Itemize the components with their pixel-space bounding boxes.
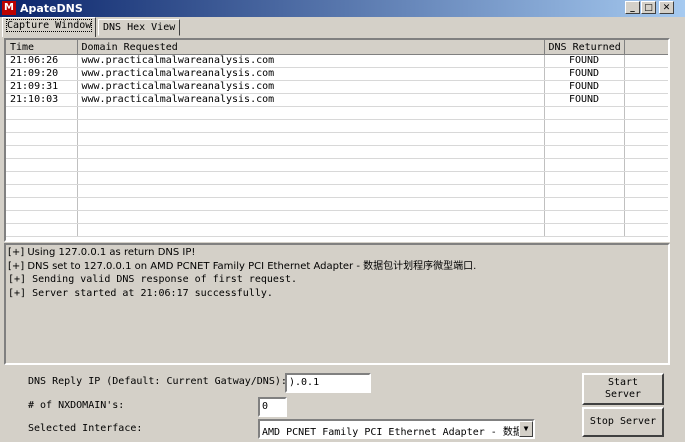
empty-row [6, 197, 668, 211]
start-server-label: Start Server [604, 377, 642, 400]
table-row[interactable]: 21:09:20 www.practicalmalwareanalysis.co… [6, 67, 668, 81]
tab-bar: Capture Window DNS Hex View [0, 17, 685, 37]
grid-header: Time Domain Requested DNS Returned [6, 40, 668, 55]
empty-row [6, 106, 668, 120]
cell-domain: www.practicalmalwareanalysis.com [77, 67, 545, 81]
log-line: [+] DNS set to 127.0.0.1 on AMD PCNET Fa… [8, 260, 477, 272]
title-bar: M ApateDNS _ □ ✕ [0, 0, 685, 17]
chevron-down-icon[interactable]: ▼ [519, 421, 533, 437]
column-domain-requested[interactable]: Domain Requested [77, 40, 545, 55]
dns-reply-ip-label: DNS Reply IP (Default: Current Gatway/DN… [28, 376, 287, 387]
log-line: [+] Server started at 21:06:17 successfu… [8, 287, 273, 299]
log-output[interactable]: [+] Using 127.0.0.1 as return DNS IP! [+… [4, 243, 670, 365]
tab-dns-hex-view-label: DNS Hex View [103, 22, 176, 33]
interface-select[interactable]: AMD PCNET Family PCI Ethernet Adapter - … [258, 419, 535, 439]
tab-dns-hex-view[interactable]: DNS Hex View [98, 19, 181, 36]
empty-row [6, 171, 668, 185]
cell-returned: FOUND [544, 93, 625, 107]
column-dns-returned[interactable]: DNS Returned [544, 40, 625, 55]
empty-row [6, 158, 668, 172]
cell-returned: FOUND [544, 80, 625, 94]
cell-domain: www.practicalmalwareanalysis.com [77, 80, 545, 94]
window-title: ApateDNS [20, 2, 83, 15]
empty-row [6, 145, 668, 159]
empty-row [6, 132, 668, 146]
cell-domain: www.practicalmalwareanalysis.com [77, 54, 545, 68]
empty-row [6, 223, 668, 237]
interface-label: Selected Interface: [28, 423, 143, 434]
dns-reply-ip-input[interactable]: ).0.1 [285, 373, 371, 393]
log-line: [+] Using 127.0.0.1 as return DNS IP! [8, 247, 196, 258]
cell-returned: FOUND [544, 54, 625, 68]
capture-grid[interactable]: Time Domain Requested DNS Returned 21:06… [4, 38, 670, 242]
cell-domain: www.practicalmalwareanalysis.com [77, 93, 545, 107]
nxdomain-input[interactable]: 0 [258, 397, 287, 417]
right-margin [671, 38, 685, 365]
table-row[interactable]: 21:09:31 www.practicalmalwareanalysis.co… [6, 80, 668, 94]
interface-select-value: AMD PCNET Family PCI Ethernet Adapter - … [262, 427, 523, 438]
cell-time: 21:10:03 [6, 93, 78, 107]
empty-row [6, 210, 668, 224]
empty-row [6, 184, 668, 198]
stop-server-button[interactable]: Stop Server [582, 407, 664, 437]
empty-row [6, 119, 668, 133]
table-row[interactable]: 21:06:26 www.practicalmalwareanalysis.co… [6, 54, 668, 68]
minimize-button[interactable]: _ [625, 1, 640, 14]
close-button[interactable]: ✕ [659, 1, 674, 14]
cell-returned: FOUND [544, 67, 625, 81]
maximize-button[interactable]: □ [641, 1, 656, 14]
cell-time: 21:09:20 [6, 67, 78, 81]
log-line: [+] Sending valid DNS response of first … [8, 274, 297, 285]
tab-capture-window[interactable]: Capture Window [2, 17, 97, 37]
app-icon: M [2, 1, 16, 15]
start-server-button[interactable]: Start Server [582, 373, 664, 405]
column-time[interactable]: Time [6, 40, 78, 55]
column-filler [624, 40, 668, 55]
nxdomain-label: # of NXDOMAIN's: [28, 400, 125, 411]
table-row[interactable]: 21:10:03 www.practicalmalwareanalysis.co… [6, 93, 668, 107]
cell-time: 21:09:31 [6, 80, 78, 94]
cell-time: 21:06:26 [6, 54, 78, 68]
tab-capture-window-label: Capture Window [5, 19, 93, 32]
stop-server-label: Stop Server [589, 416, 657, 427]
